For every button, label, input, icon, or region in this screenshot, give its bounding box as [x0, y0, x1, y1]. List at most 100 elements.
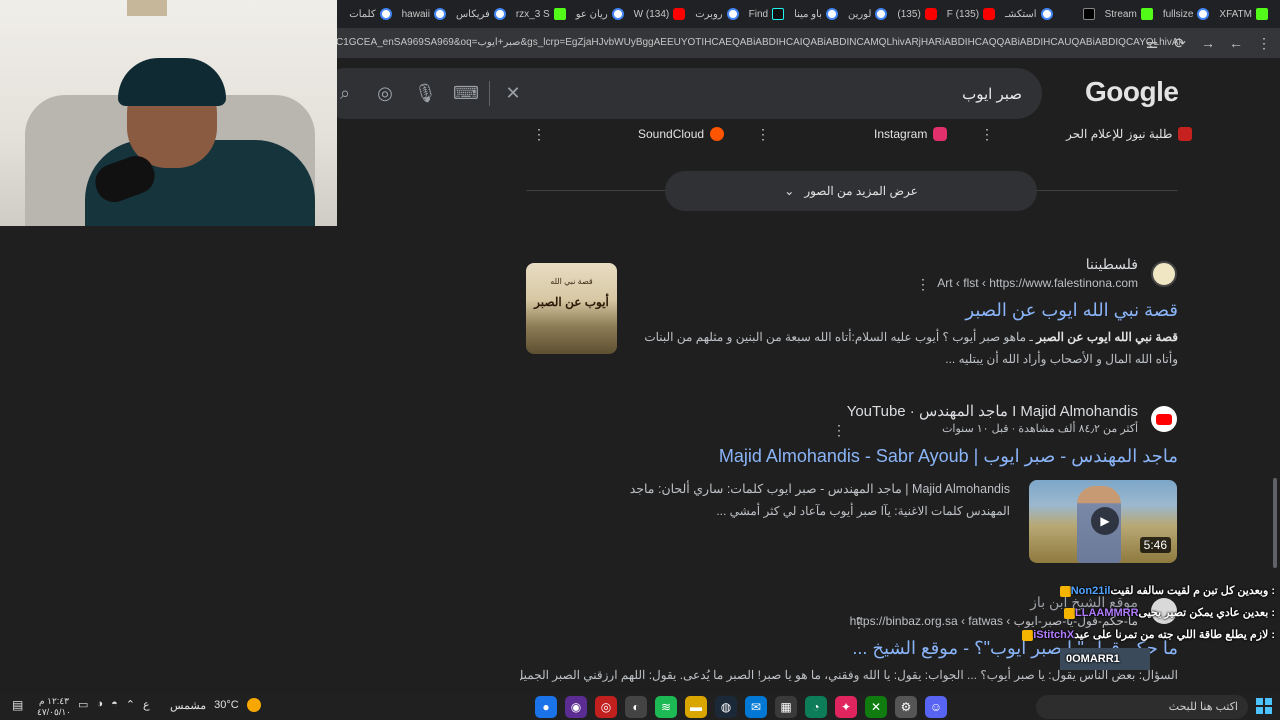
discord-icon[interactable]: ☺ — [925, 696, 947, 718]
more-options-icon[interactable]: ⋮ — [532, 126, 546, 143]
scrollbar-thumb[interactable] — [1273, 478, 1277, 568]
instagram-icon — [933, 127, 948, 141]
clear-icon[interactable]: ✕ — [502, 82, 524, 104]
browser-tab[interactable]: استكشـ — [1001, 1, 1057, 27]
tab-favicon-icon — [1140, 8, 1153, 20]
clock[interactable]: ١٢:٤٣ م ٤٧/٠٥/١٠ — [36, 696, 72, 718]
app-icon[interactable]: ◉ — [565, 696, 587, 718]
result-title[interactable]: قصة نبي الله ايوب عن الصبر — [965, 300, 1178, 321]
chrome-icon[interactable]: ● — [535, 696, 557, 718]
video-thumbnail[interactable]: ▶ 5:46 — [1029, 480, 1177, 563]
clock-time: ١٢:٤٣ م — [39, 696, 69, 706]
browser-tab[interactable]: XFATM — [1215, 1, 1272, 27]
result-title[interactable]: Majid Almohandis - Sabr Ayoub | ماجد الم… — [719, 446, 1178, 467]
browser-tab[interactable]: ريان عو — [572, 1, 628, 27]
taskbar-search[interactable]: اكتب هنا للبحث — [1036, 695, 1248, 719]
more-options-icon[interactable]: ⋮ — [832, 422, 846, 439]
xbox-icon[interactable]: ✕ — [865, 696, 887, 718]
search-input[interactable]: صبر ايوب — [962, 85, 1022, 103]
result-site-url[interactable]: Art ‹ flst ‹ https://www.falestinona.com — [937, 276, 1138, 290]
screen: XFATM fullsize Stream استكشـ (135) F (135) لور… — [0, 0, 1280, 720]
search-box[interactable]: صبر ايوب ✕ ⌨ 🎙 ◎ ⌕ — [320, 68, 1042, 119]
back-icon[interactable]: ← — [1228, 35, 1244, 51]
result-meta: أكثر من ٨٤٫٢ ألف مشاهدة · قبل ١٠ سنوات — [942, 423, 1138, 435]
browser-tab[interactable]: كلمات — [345, 1, 395, 27]
tab-favicon-icon — [924, 8, 937, 20]
address-bar[interactable]: C1GCEA_enSA969SA969&oq=صبر+ايوب&gs_lcrp=… — [336, 32, 1180, 54]
chat-username[interactable]: LLAAMMRR — [1075, 607, 1139, 619]
more-options-icon[interactable]: ⋮ — [980, 126, 994, 143]
browser-tab[interactable] — [1059, 1, 1099, 27]
taskbar-search-placeholder: اكتب هنا للبحث — [1168, 701, 1238, 713]
browser-tab[interactable]: فريكاس — [452, 1, 510, 27]
result-site-name[interactable]: فلسطيننا — [1086, 256, 1138, 273]
more-options-icon[interactable]: ⋮ — [756, 126, 770, 143]
browser-tab[interactable]: Find — [745, 1, 788, 27]
result-thumbnail[interactable]: قصة نبي الله أيوب عن الصبر — [526, 263, 617, 354]
store-icon[interactable]: ▦ — [775, 696, 797, 718]
mic-icon[interactable]: 🎙 — [414, 82, 437, 104]
tab-favicon-icon — [825, 8, 838, 20]
lens-icon[interactable]: ◎ — [374, 82, 396, 104]
weather-text: مشمس — [170, 699, 207, 712]
tab-label: XFATM — [1219, 8, 1252, 20]
network-icon[interactable]: ◓ — [111, 698, 118, 711]
browser-tab[interactable]: روبرت — [691, 1, 742, 27]
result-site-name[interactable]: YouTube · ماجد المهندس I Majid Almohandi… — [847, 402, 1138, 420]
browser-tab[interactable]: باو مينا — [790, 1, 842, 27]
chat-text: : وبعدين كل تبن م لقيت سالفه لقيت — [1110, 585, 1275, 597]
outlook-icon[interactable]: ✉ — [745, 696, 767, 718]
youtube-favicon — [1151, 406, 1177, 432]
chat-extra-tag: 0OMARR1 — [1060, 648, 1150, 670]
spotify-icon[interactable]: ≋ — [655, 696, 677, 718]
edge-icon[interactable]: ◔ — [805, 696, 827, 718]
menu-icon[interactable]: ⋮ — [1256, 35, 1272, 51]
more-options-icon[interactable]: ⋮ — [916, 276, 930, 293]
search-divider — [489, 81, 490, 106]
volume-icon[interactable]: ◑ — [96, 698, 103, 711]
forward-icon[interactable]: → — [1200, 35, 1216, 51]
streamer-beanie — [118, 58, 226, 106]
browser-tab[interactable]: fullsize — [1159, 1, 1214, 27]
browser-tab[interactable]: Stream — [1101, 1, 1157, 27]
obs-icon[interactable]: ◎ — [595, 696, 617, 718]
source-chip-1[interactable]: طلبة نيوز للإعلام الحر — [1066, 124, 1193, 144]
chevron-up-icon[interactable]: ⌃ — [126, 698, 135, 711]
language-indicator[interactable]: ع — [143, 698, 150, 711]
settings-icon[interactable]: ⚙ — [895, 696, 917, 718]
app-icon[interactable]: ◐ — [625, 696, 647, 718]
browser-tab[interactable]: rzx_3 S — [512, 1, 570, 27]
notification-icon[interactable]: ▤ — [12, 698, 23, 712]
site-favicon — [1151, 261, 1177, 287]
steam-icon[interactable]: ◍ — [715, 696, 737, 718]
display-icon[interactable]: ▭ — [78, 698, 88, 711]
browser-tab[interactable]: (134) W — [630, 1, 690, 27]
chat-username[interactable]: Non21il — [1071, 585, 1111, 597]
google-logo[interactable]: Google — [1085, 76, 1179, 108]
chat-username[interactable]: iStitchX — [1033, 629, 1074, 641]
search-icon[interactable]: ⌕ — [334, 82, 356, 104]
play-icon[interactable]: ▶ — [1091, 507, 1119, 535]
result-snippet: Majid Almohandis | ماجد المهندس - صبر اي… — [540, 478, 1010, 522]
weather-widget[interactable]: 30°C مشمس — [170, 698, 261, 712]
tab-favicon-icon — [983, 8, 996, 20]
source-chip-3[interactable]: SoundCloud — [638, 124, 725, 144]
more-options-icon[interactable]: ⋮ — [852, 614, 866, 631]
start-icon[interactable] — [1256, 698, 1272, 714]
subscriber-badge-icon — [1064, 607, 1075, 619]
tune-icon[interactable]: ⚌ — [1144, 35, 1160, 51]
reload-icon[interactable]: ⟳ — [1172, 35, 1188, 51]
show-more-images-button[interactable]: عرض المزيد من الصور ⌄ — [665, 171, 1037, 211]
chat-message: : لازم يطلع طاقة اللي جته من تمرنا على ع… — [1022, 624, 1275, 646]
stream-chat: : وبعدين كل تبن م لقيت سالفه لقيتNon21il… — [1022, 580, 1275, 670]
browser-tab[interactable]: (135) F — [943, 1, 999, 27]
folder-icon[interactable]: ▬ — [685, 696, 707, 718]
tab-label: (135) — [897, 8, 921, 20]
source-chip-2[interactable]: Instagram — [874, 124, 948, 144]
browser-tab[interactable]: hawaii — [398, 1, 450, 27]
snippet-line: المهندس كلمات الاغنية: يآا صبر أيوب مآعا… — [716, 504, 1010, 518]
keyboard-icon[interactable]: ⌨ — [453, 82, 479, 104]
browser-tab[interactable]: (135) — [893, 1, 940, 27]
app-icon[interactable]: ✦ — [835, 696, 857, 718]
browser-tab[interactable]: لورين — [844, 1, 891, 27]
